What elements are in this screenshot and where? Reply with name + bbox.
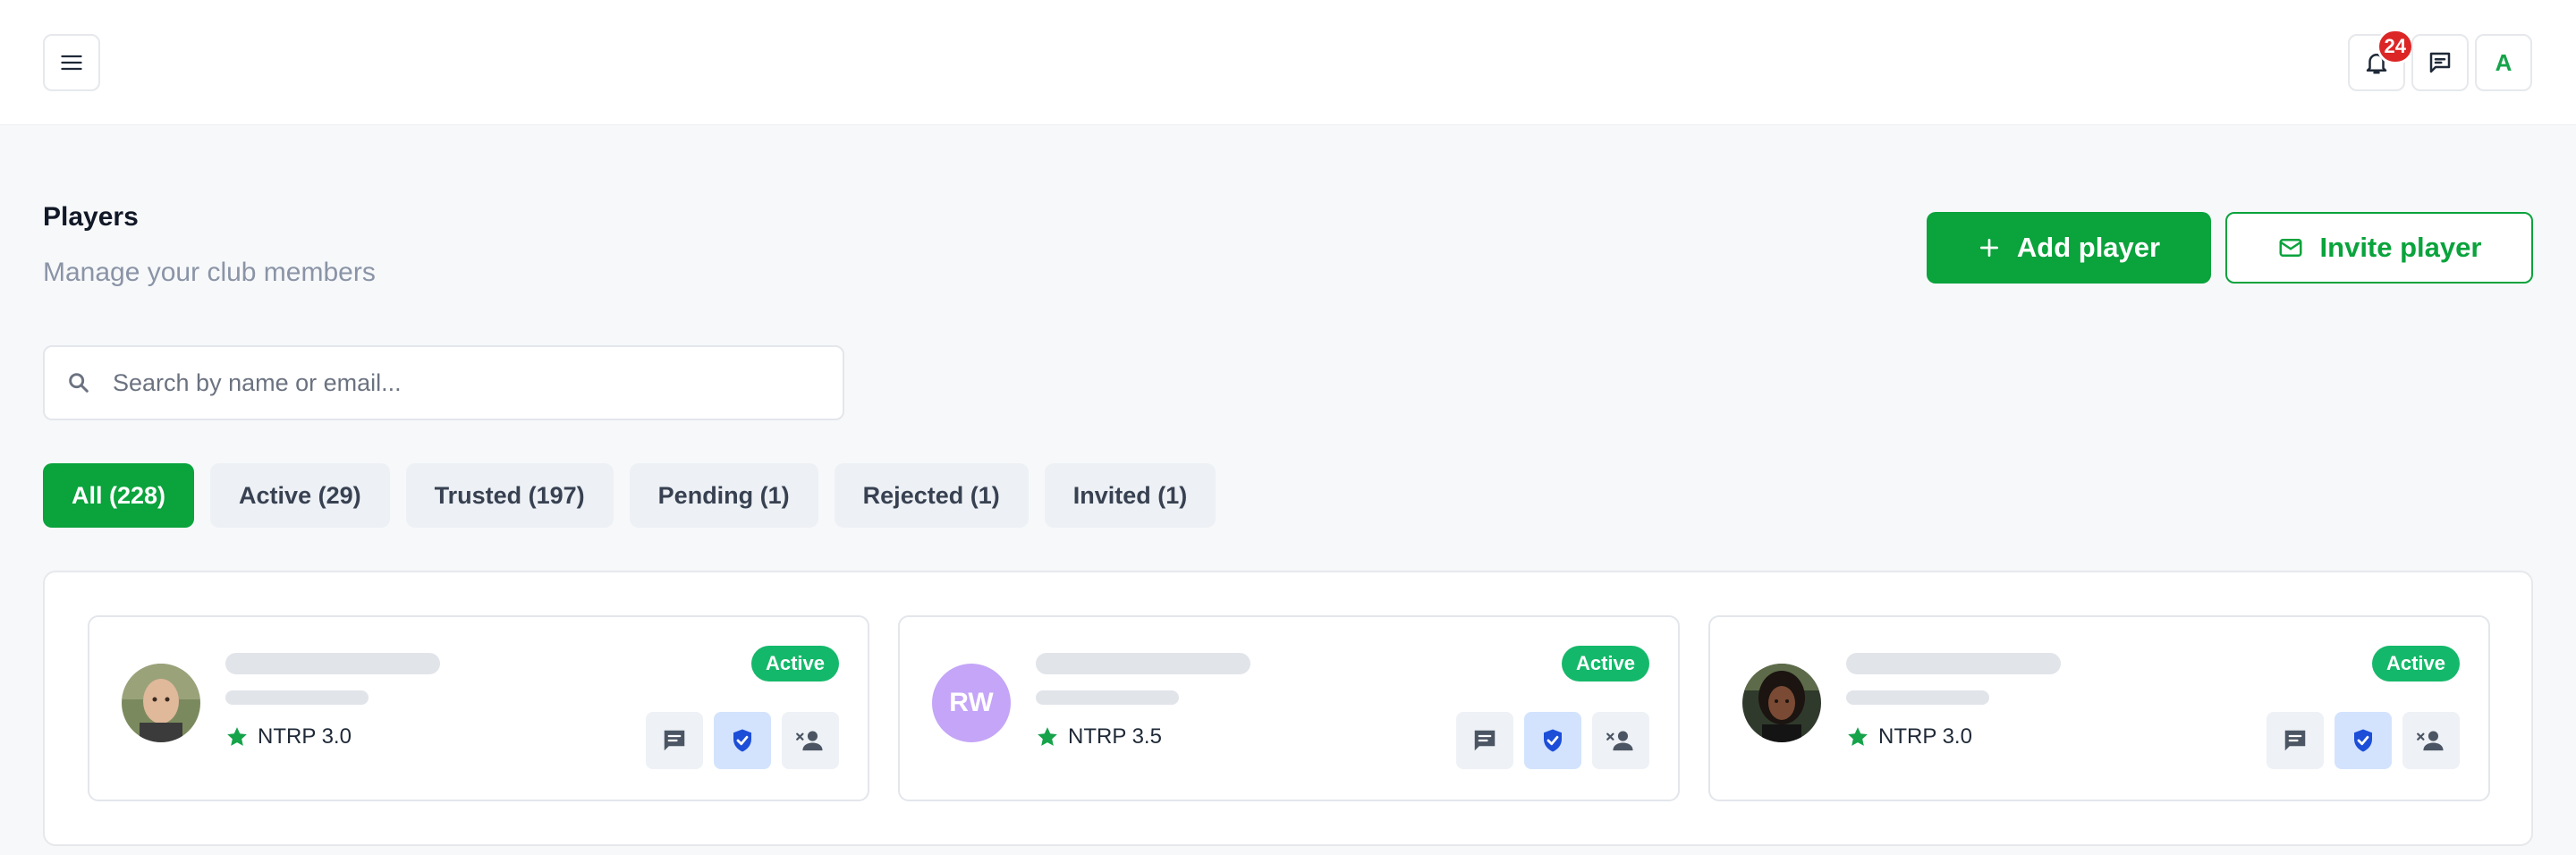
remove-player-button[interactable] — [2402, 712, 2460, 769]
remove-player-button[interactable] — [1592, 712, 1649, 769]
avatar-photo-icon — [1742, 664, 1821, 742]
message-icon — [2284, 730, 2306, 751]
avatar: RW — [932, 664, 1011, 742]
status-badge: Active — [2371, 646, 2460, 681]
shield-check-icon — [1544, 729, 1562, 752]
menu-button[interactable] — [43, 34, 100, 91]
top-bar: 24 A — [0, 0, 2576, 125]
messages-button[interactable] — [2411, 34, 2469, 91]
add-player-button[interactable]: Add player — [1927, 212, 2211, 284]
card-actions — [1456, 712, 1649, 769]
tab-active[interactable]: Active (29) — [210, 463, 390, 528]
message-button[interactable] — [646, 712, 703, 769]
remove-user-icon — [796, 731, 823, 751]
name-placeholder — [1036, 653, 1250, 674]
message-button[interactable] — [2267, 712, 2324, 769]
card-actions — [2267, 712, 2460, 769]
email-placeholder — [225, 690, 369, 705]
rating-label: NTRP 3.0 — [1878, 724, 1972, 749]
card-actions — [646, 712, 839, 769]
tab-pending[interactable]: Pending (1) — [629, 463, 818, 528]
star-icon — [1848, 727, 1868, 746]
remove-user-icon — [2417, 731, 2444, 751]
search-icon — [69, 373, 89, 393]
filter-tabs: All (228) Active (29) Trusted (197) Pend… — [43, 463, 1216, 528]
players-panel: NTRP 3.0 Active RW NTRP 3.5 Active NTRP … — [43, 571, 2533, 846]
chat-icon — [2429, 52, 2451, 73]
shield-check-icon — [2354, 729, 2372, 752]
shield-check-icon — [733, 729, 751, 752]
player-card[interactable]: RW NTRP 3.5 Active — [898, 615, 1680, 801]
avatar-initials: RW — [949, 688, 994, 717]
search-box — [43, 345, 844, 420]
star-icon — [227, 727, 247, 746]
tab-trusted[interactable]: Trusted (197) — [405, 463, 614, 528]
avatar — [122, 664, 200, 742]
page-subtitle: Manage your club members — [43, 258, 376, 287]
message-icon — [664, 730, 685, 751]
tab-all[interactable]: All (228) — [43, 463, 195, 528]
name-placeholder — [225, 653, 440, 674]
email-placeholder — [1846, 690, 1989, 705]
plus-icon — [1979, 238, 1998, 258]
player-rating: NTRP 3.5 — [1036, 724, 1162, 749]
trust-button[interactable] — [1524, 712, 1581, 769]
star-icon — [1038, 727, 1057, 746]
remove-player-button[interactable] — [782, 712, 839, 769]
search-input[interactable] — [113, 368, 810, 397]
invite-player-label: Invite player — [2319, 232, 2482, 263]
rating-label: NTRP 3.0 — [258, 724, 352, 749]
message-icon — [1474, 730, 1496, 751]
tab-invited[interactable]: Invited (1) — [1044, 463, 1216, 528]
mail-icon — [2279, 239, 2302, 257]
trust-button[interactable] — [714, 712, 771, 769]
tab-rejected[interactable]: Rejected (1) — [834, 463, 1029, 528]
status-badge: Active — [750, 646, 839, 681]
user-initial: A — [2495, 48, 2512, 76]
hamburger-menu-icon — [61, 55, 82, 71]
name-placeholder — [1846, 653, 2061, 674]
notifications-button[interactable]: 24 — [2348, 29, 2414, 91]
avatar — [1742, 664, 1821, 742]
status-badge: Active — [1561, 646, 1649, 681]
player-card[interactable]: NTRP 3.0 Active — [88, 615, 869, 801]
add-player-label: Add player — [2016, 232, 2161, 263]
user-avatar-button[interactable]: A — [2475, 34, 2532, 91]
avatar-photo-icon — [122, 664, 200, 742]
page-title: Players — [43, 202, 139, 232]
notification-count-badge: 24 — [2376, 29, 2414, 64]
message-button[interactable] — [1456, 712, 1513, 769]
player-card[interactable]: NTRP 3.0 Active — [1708, 615, 2490, 801]
trust-button[interactable] — [2334, 712, 2392, 769]
player-rating: NTRP 3.0 — [1846, 724, 1972, 749]
email-placeholder — [1036, 690, 1179, 705]
remove-user-icon — [1606, 731, 1633, 751]
player-rating: NTRP 3.0 — [225, 724, 352, 749]
rating-label: NTRP 3.5 — [1068, 724, 1162, 749]
invite-player-button[interactable]: Invite player — [2225, 212, 2533, 284]
